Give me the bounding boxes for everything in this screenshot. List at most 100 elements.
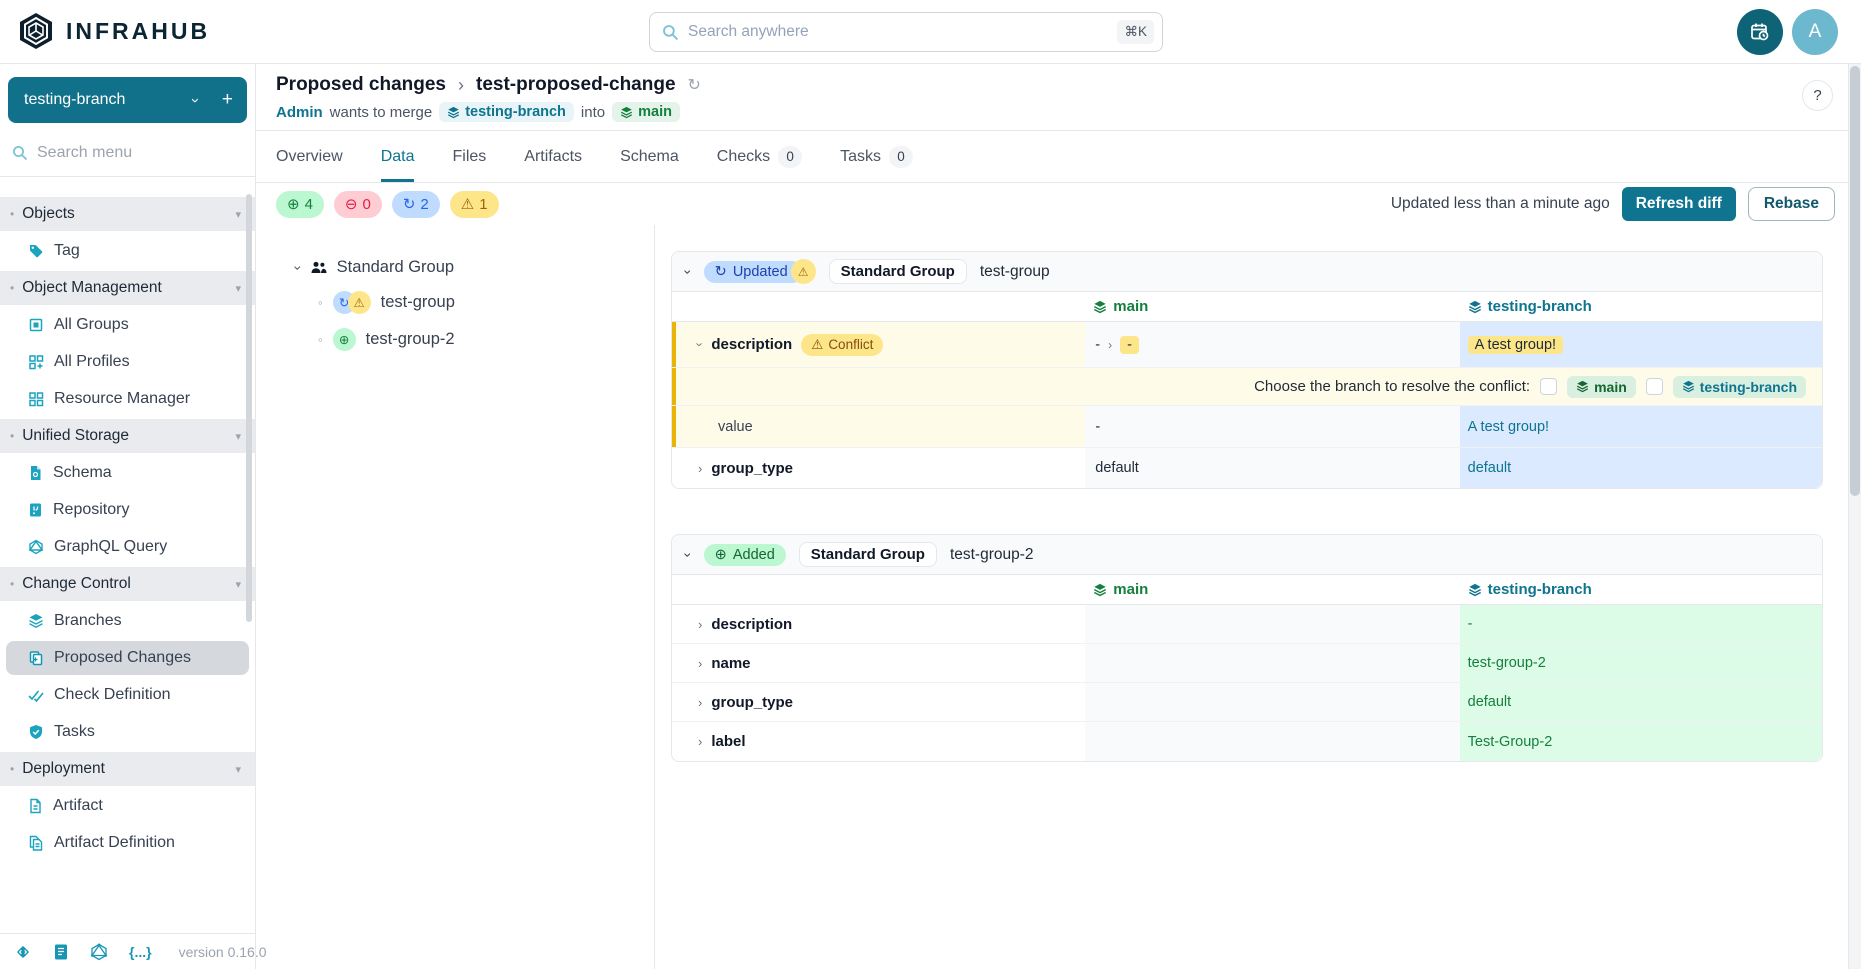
branch-selector-value: testing-branch — [24, 91, 193, 109]
sidebar-item-artifact-definition[interactable]: Artifact Definition — [6, 826, 249, 860]
refresh-icon[interactable]: ↻ — [688, 75, 701, 95]
chevron-down-icon[interactable]: › — [680, 552, 696, 557]
openapi-braces-icon[interactable]: {...} — [129, 944, 152, 960]
cell-field[interactable]: › description ⚠ Conflict — [672, 322, 1085, 367]
sidebar-item-tasks[interactable]: Tasks — [6, 715, 249, 749]
cell-field[interactable]: › group_type — [672, 683, 1085, 721]
create-branch-button[interactable]: + — [222, 89, 233, 111]
column-main-label: main — [1113, 298, 1148, 315]
resolve-branch-checkbox[interactable] — [1646, 378, 1663, 395]
tab-data[interactable]: Data — [381, 131, 415, 182]
conflict-warning-icon: ⚠ — [791, 259, 816, 284]
status-label: Added — [733, 547, 775, 563]
chevron-right-icon[interactable]: › — [698, 617, 702, 632]
diff-card-header[interactable]: › ↻ Updated ⚠ Standard Group test-group — [672, 252, 1822, 292]
tab-checks[interactable]: Checks 0 — [717, 131, 802, 182]
source-branch-badge[interactable]: testing-branch — [439, 102, 574, 122]
merge-subtitle: Admin wants to merge testing-branch into… — [276, 102, 1861, 122]
cell-field[interactable]: › name — [672, 644, 1085, 682]
chevron-down-icon[interactable]: › — [693, 342, 708, 346]
sidebar-item-repository[interactable]: Repository — [6, 493, 249, 527]
status-badge-updated: ↻ Updated — [704, 261, 803, 283]
sidebar-item-all-groups[interactable]: All Groups — [6, 308, 249, 342]
sidebar-item-all-profiles[interactable]: All Profiles — [6, 345, 249, 379]
sidebar-item-resource-manager[interactable]: Resource Manager — [6, 382, 249, 416]
chevron-right-icon[interactable]: › — [698, 461, 702, 476]
cell-field[interactable]: › description — [672, 605, 1085, 643]
schedule-button[interactable] — [1737, 9, 1783, 55]
sidebar-item-proposed-changes[interactable]: Proposed Changes — [6, 641, 249, 675]
chevron-down-icon[interactable]: › — [680, 269, 696, 274]
sidebar-item-artifact[interactable]: Artifact — [6, 789, 249, 823]
tab-schema[interactable]: Schema — [620, 131, 679, 182]
field-name: group_type — [711, 460, 793, 477]
branch-stack-icon — [1682, 380, 1695, 393]
dot-icon: ◦ — [318, 332, 323, 347]
tree-node-test-group-2[interactable]: ◦ ⊕ test-group-2 — [318, 328, 654, 351]
section-deployment[interactable]: • Deployment ▾ — [0, 752, 255, 786]
global-search-input[interactable] — [688, 23, 1108, 41]
tab-artifacts[interactable]: Artifacts — [524, 131, 582, 182]
section-change-control[interactable]: • Change Control ▾ — [0, 567, 255, 601]
sidebar-item-graphql-query[interactable]: GraphQL Query — [6, 530, 249, 564]
row-description: › description - — [672, 605, 1822, 644]
branch-stack-icon — [1468, 583, 1482, 597]
menu-search-input[interactable] — [37, 144, 244, 162]
sidebar-item-check-definition[interactable]: Check Definition — [6, 678, 249, 712]
row-label: › label Test-Group-2 — [672, 722, 1822, 761]
cell-testing-branch: A test group! — [1460, 406, 1822, 447]
sidebar: testing-branch › + • Objects ▾ Ta — [0, 64, 256, 969]
object-kind-badge: Standard Group — [799, 542, 937, 567]
page-scrollbar-thumb[interactable] — [1850, 66, 1860, 496]
chevron-right-icon[interactable]: › — [698, 734, 702, 749]
help-button[interactable]: ? — [1802, 80, 1833, 111]
sidebar-item-tag[interactable]: Tag — [6, 234, 249, 268]
target-branch-badge[interactable]: main — [612, 102, 680, 122]
menu-search[interactable] — [0, 129, 255, 177]
tab-tasks[interactable]: Tasks 0 — [840, 131, 913, 182]
resolve-main-badge[interactable]: main — [1567, 376, 1636, 398]
chevron-down-icon[interactable]: › — [290, 265, 306, 270]
breadcrumb-root-link[interactable]: Proposed changes — [276, 74, 446, 96]
resolve-branch-badge[interactable]: testing-branch — [1673, 376, 1806, 398]
bullet-icon: • — [10, 281, 14, 295]
chevron-right-icon[interactable]: › — [698, 656, 702, 671]
tree-node-label[interactable]: test-group-2 — [366, 330, 455, 349]
branch-stack-icon — [620, 106, 633, 119]
dot-icon: ◦ — [318, 295, 323, 310]
resolve-main-label: main — [1594, 379, 1627, 395]
branch-selector[interactable]: testing-branch › + — [8, 77, 247, 123]
page-scrollbar[interactable] — [1848, 64, 1861, 969]
rebase-button[interactable]: Rebase — [1748, 187, 1835, 221]
api-docs-icon[interactable] — [14, 943, 32, 961]
resolve-main-checkbox[interactable] — [1540, 378, 1557, 395]
section-object-management[interactable]: • Object Management ▾ — [0, 271, 255, 305]
refresh-diff-button[interactable]: Refresh diff — [1622, 187, 1736, 221]
section-objects[interactable]: • Objects ▾ — [0, 197, 255, 231]
docs-icon[interactable] — [53, 943, 69, 961]
tab-files[interactable]: Files — [452, 131, 486, 182]
tree-node-label[interactable]: test-group — [381, 293, 455, 312]
tree-node-label[interactable]: Standard Group — [337, 258, 454, 277]
chevron-right-icon[interactable]: › — [698, 695, 702, 710]
bullet-icon: • — [10, 762, 14, 776]
chevron-down-icon[interactable]: › — [187, 98, 204, 103]
global-search[interactable]: ⌘K — [649, 12, 1163, 52]
tab-overview[interactable]: Overview — [276, 131, 343, 182]
user-avatar[interactable]: A — [1792, 9, 1838, 55]
tree-node-standard-group[interactable]: › Standard Group — [296, 258, 654, 277]
section-unified-storage[interactable]: • Unified Storage ▾ — [0, 419, 255, 453]
cell-field[interactable]: › group_type — [672, 448, 1085, 488]
sidebar-item-branches[interactable]: Branches — [6, 604, 249, 638]
tree-node-test-group[interactable]: ◦ ↻ ⚠ test-group — [318, 291, 654, 314]
tab-label: Data — [381, 148, 415, 166]
bullet-icon: • — [10, 577, 14, 591]
files-icon — [28, 835, 44, 851]
sidebar-item-label: Repository — [53, 501, 129, 519]
cell-field[interactable]: › label — [672, 722, 1085, 761]
graphql-sandbox-icon[interactable] — [90, 943, 108, 961]
sidebar-item-schema[interactable]: Schema — [6, 456, 249, 490]
diff-card-header[interactable]: › ⊕ Added Standard Group test-group-2 — [672, 535, 1822, 575]
calendar-clock-icon — [1749, 21, 1771, 43]
sidebar-scrollbar-thumb[interactable] — [246, 194, 252, 622]
